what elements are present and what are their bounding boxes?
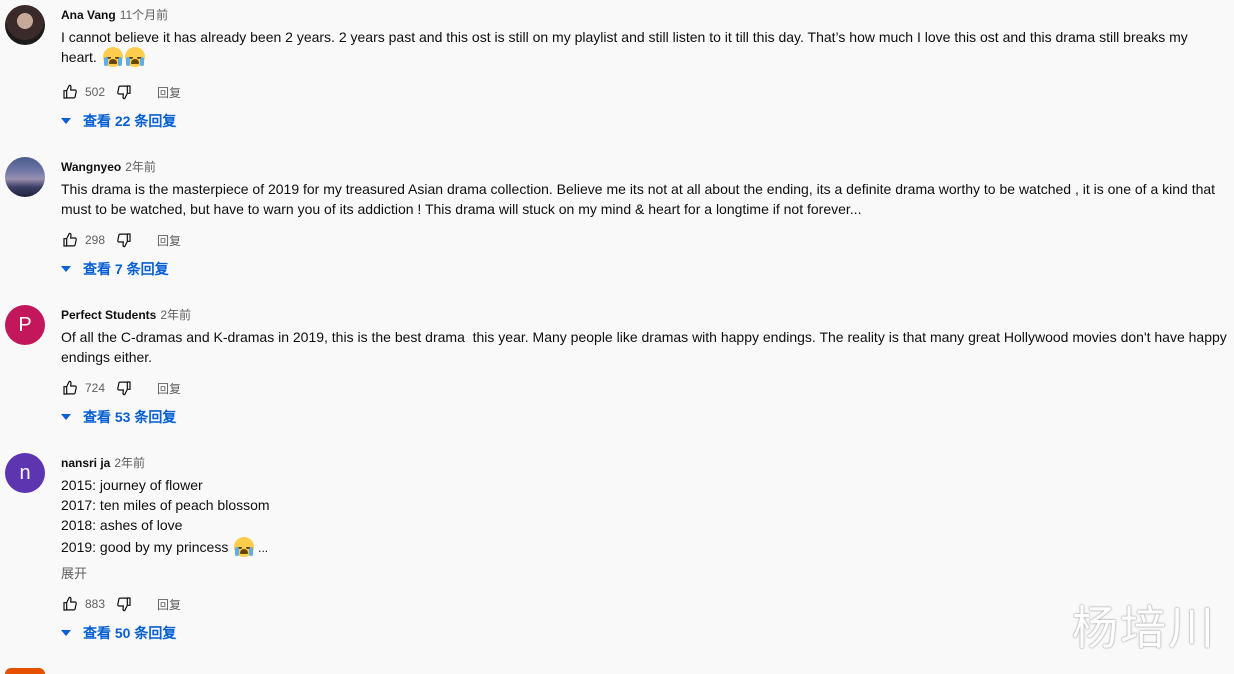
view-replies-button[interactable]: 查看 22 条回复 (61, 111, 176, 131)
comment-author[interactable]: nansri ja (61, 456, 110, 470)
comment-line-with-emoji: 2019: good by my princess ... (61, 537, 1221, 558)
thumbs-down-icon[interactable] (115, 231, 133, 249)
comment-header: nansri ja 2年前 (61, 456, 145, 470)
comment-text: I cannot believe it has already been 2 y… (61, 27, 1221, 67)
avatar-letter: P (18, 313, 32, 336)
comment-text: Of all the C-dramas and K-dramas in 2019… (61, 327, 1227, 367)
comment-line: Of all the C-dramas and K-dramas in 2019… (61, 329, 1227, 345)
comment-actions: 502 回复 (61, 82, 181, 102)
caret-down-icon (61, 630, 71, 636)
thumbs-up-icon[interactable] (61, 231, 79, 249)
caret-down-icon (61, 118, 71, 124)
view-replies-label: 查看 22 条回复 (83, 113, 177, 129)
thumbs-down-icon[interactable] (115, 595, 133, 613)
view-replies-label: 查看 50 条回复 (83, 625, 177, 641)
thumbs-down-icon[interactable] (115, 83, 133, 101)
reply-button[interactable]: 回复 (157, 232, 181, 249)
avatar-letter: n (19, 461, 31, 484)
comment-timestamp[interactable]: 11个月前 (120, 8, 168, 22)
caret-down-icon (61, 266, 71, 272)
avatar[interactable] (5, 157, 45, 197)
comment-timestamp[interactable]: 2年前 (160, 308, 191, 322)
comment-line: I cannot believe it has already been 2 y… (61, 29, 1188, 45)
truncation-ellipsis: ... (258, 541, 269, 555)
comment-text: This drama is the masterpiece of 2019 fo… (61, 179, 1221, 219)
comment-header: Ana Vang 11个月前 (61, 8, 168, 22)
comment-author[interactable]: Ana Vang (61, 8, 116, 22)
thumbs-up-icon[interactable] (61, 83, 79, 101)
avatar[interactable] (5, 668, 45, 674)
loudly-crying-face-emoji (124, 47, 145, 67)
like-count: 502 (85, 85, 106, 99)
reply-button[interactable]: 回复 (157, 84, 181, 101)
view-replies-label: 查看 7 条回复 (83, 261, 169, 277)
caret-down-icon (61, 414, 71, 420)
like-count: 883 (85, 597, 106, 611)
loudly-crying-face-emoji (234, 537, 255, 557)
comment-line: 2019: good by my princess (61, 539, 229, 555)
comment-header: Perfect Students 2年前 (61, 308, 191, 322)
like-count: 724 (85, 381, 106, 395)
avatar[interactable]: P (5, 305, 45, 345)
comment-timestamp[interactable]: 2年前 (114, 456, 145, 470)
reply-button[interactable]: 回复 (157, 380, 181, 397)
comment-author[interactable]: Perfect Students (61, 308, 156, 322)
comment-actions: 724 回复 (61, 378, 181, 398)
thumbs-down-icon[interactable] (115, 379, 133, 397)
comment-line: This drama is the masterpiece of 2019 fo… (61, 181, 1216, 197)
view-replies-button[interactable]: 查看 7 条回复 (61, 259, 169, 279)
comment-line: endings either. (61, 349, 153, 365)
thumbs-up-icon[interactable] (61, 595, 79, 613)
comment-actions: 883 回复 (61, 594, 181, 614)
comment-line: 2017: ten miles of peach blossom (61, 497, 270, 513)
view-replies-button[interactable]: 查看 53 条回复 (61, 407, 176, 427)
comment-line: 2015: journey of flower (61, 477, 203, 493)
comment-header: Wangnyeo 2年前 (61, 160, 156, 174)
comment-line: heart. (61, 49, 97, 65)
read-more-button[interactable]: 展开 (61, 564, 1221, 584)
comment-line-with-emoji: heart. (61, 47, 1221, 67)
reply-button[interactable]: 回复 (157, 596, 181, 613)
loudly-crying-face-emoji (102, 47, 123, 67)
comment-line: 2018: ashes of love (61, 517, 183, 533)
comment-line: must to be watched, but have to warn you… (61, 201, 862, 217)
comment-timestamp[interactable]: 2年前 (125, 160, 156, 174)
view-replies-label: 查看 53 条回复 (83, 409, 177, 425)
comment-actions: 298 回复 (61, 230, 181, 250)
avatar[interactable]: n (5, 453, 45, 493)
avatar[interactable] (5, 5, 45, 45)
view-replies-button[interactable]: 查看 50 条回复 (61, 623, 176, 643)
watermark: 杨培川 (1072, 601, 1216, 655)
comment-author[interactable]: Wangnyeo (61, 160, 121, 174)
comment-text: 2015: journey of flower 2017: ten miles … (61, 475, 1221, 584)
thumbs-up-icon[interactable] (61, 379, 79, 397)
like-count: 298 (85, 233, 106, 247)
